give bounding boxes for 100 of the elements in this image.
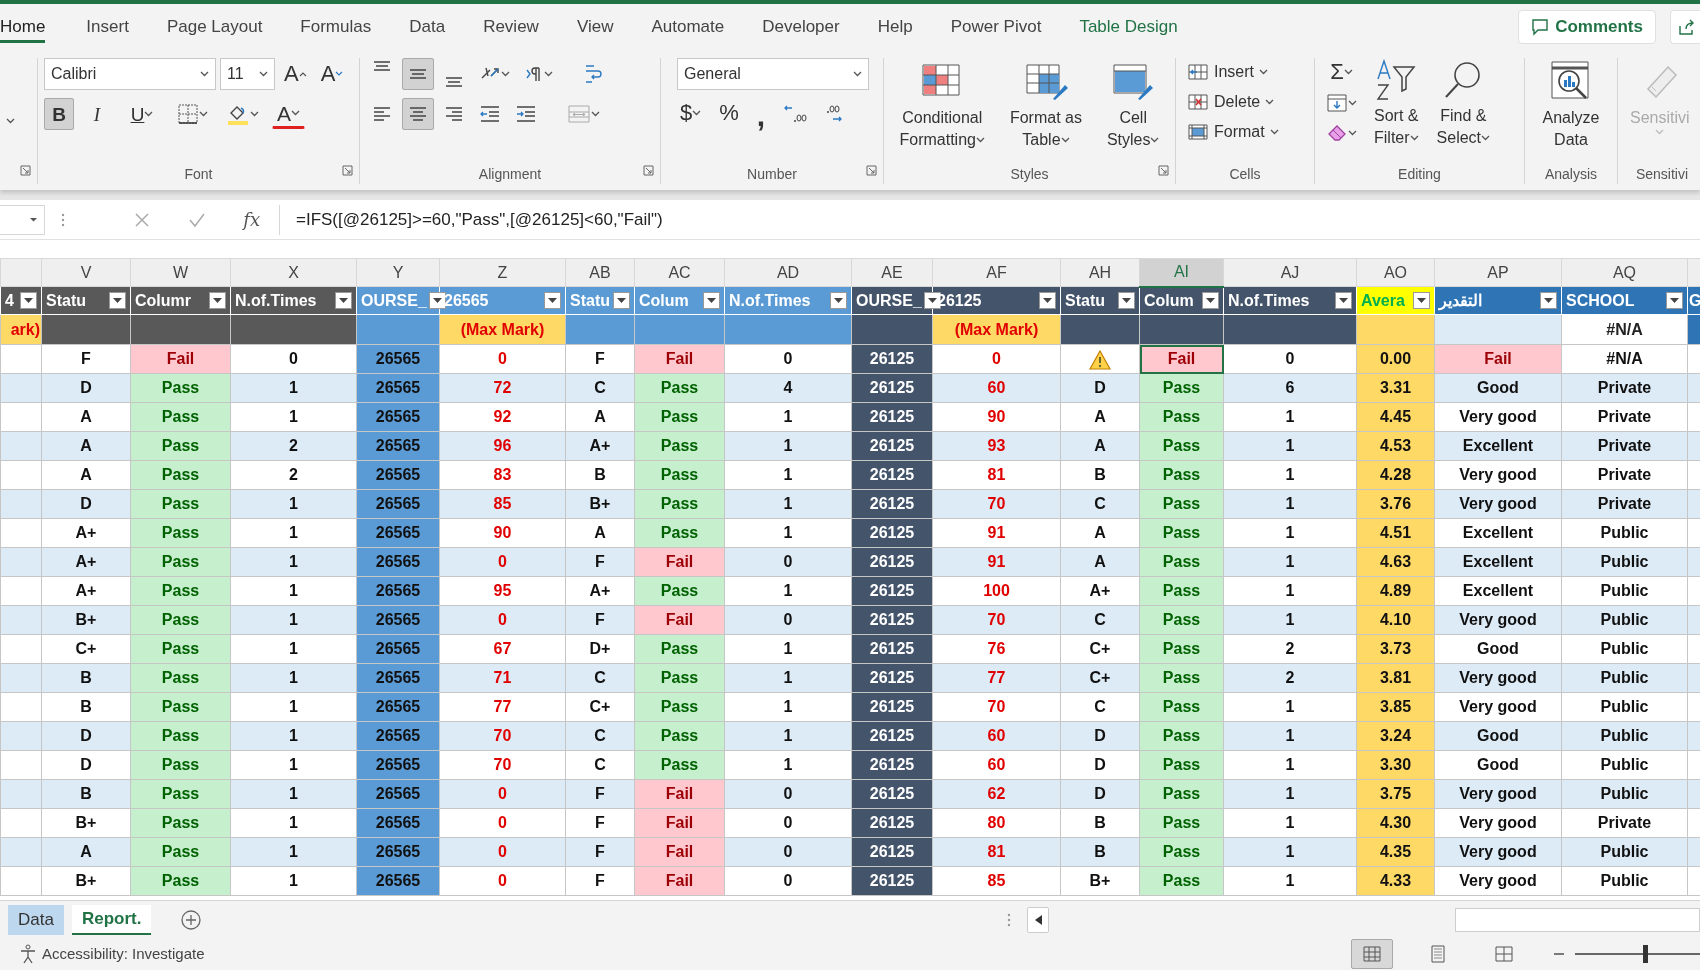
column-letter[interactable]: AC [634, 258, 725, 287]
formula-field[interactable]: =IFS([@26125]>=60,"Pass",[@26125]<60,"Fail") [280, 206, 1700, 233]
filter-button[interactable] [335, 292, 352, 309]
increase-font-button[interactable]: A [279, 60, 312, 88]
filter-button[interactable] [1039, 292, 1056, 309]
column-letter[interactable]: AH [1060, 258, 1140, 287]
table-styles-button[interactable]: Format as Table [1003, 58, 1088, 164]
dialog-launcher-icon[interactable] [643, 165, 654, 176]
percent-button[interactable]: % [714, 99, 744, 127]
accessibility-status[interactable]: Accessibility: Investigate [42, 942, 205, 966]
autosum-button[interactable]: Σ [1321, 58, 1362, 86]
table-cell: 1 [724, 750, 852, 780]
column-letter[interactable]: AB [565, 258, 635, 287]
scrollbar-thumb[interactable] [1455, 907, 1700, 932]
table-cell: Public [1561, 866, 1688, 896]
dialog-launcher-icon[interactable] [20, 165, 31, 176]
table-cell: Pass [1139, 373, 1224, 403]
ribbon-tab[interactable]: View [557, 4, 633, 48]
align-button[interactable] [402, 98, 434, 130]
filter-button[interactable] [613, 292, 630, 309]
filter-button[interactable] [109, 292, 126, 309]
scroll-left-button[interactable] [1027, 906, 1050, 933]
decrease-font-button[interactable]: A [315, 60, 349, 88]
column-letter[interactable]: AP [1434, 258, 1562, 287]
share-button[interactable] [1670, 10, 1700, 44]
dialog-launcher-icon[interactable] [342, 165, 353, 176]
filter-button[interactable] [1666, 292, 1683, 309]
sheet-tab[interactable]: Data [8, 904, 64, 935]
filter-button[interactable] [1202, 292, 1219, 310]
filter-button[interactable] [1540, 292, 1557, 309]
table-cell: A [565, 402, 635, 432]
ribbon-tab[interactable]: Insert [67, 4, 148, 48]
find-button[interactable]: Find & Select [1430, 58, 1497, 164]
slider-thumb[interactable] [1643, 945, 1648, 963]
column-letter[interactable]: AQ [1561, 258, 1688, 287]
table-cell: 1 [230, 402, 357, 432]
caret-icon [975, 137, 985, 144]
insert-cells-button[interactable]: Insert [1182, 58, 1308, 86]
column-letter[interactable]: Y [356, 258, 440, 287]
dialog-launcher-icon[interactable] [1158, 165, 1169, 176]
column-letter[interactable]: V [41, 258, 131, 287]
ribbon-tab[interactable]: Developer [743, 4, 859, 48]
table-cell: F [565, 344, 635, 374]
column-letter[interactable]: AE [851, 258, 933, 287]
bold-button[interactable]: B [44, 98, 74, 130]
column-letter[interactable]: AJ [1223, 258, 1357, 287]
table-cell: 26565 [356, 808, 440, 838]
filter-button[interactable] [428, 292, 446, 309]
table-cell: D [1060, 373, 1140, 403]
filter-button[interactable] [209, 292, 226, 309]
font-size-dropdown[interactable]: 11 [220, 58, 275, 90]
filter-button[interactable] [923, 292, 941, 309]
ribbon-tab[interactable]: Review [464, 4, 558, 48]
filter-button[interactable] [1118, 292, 1135, 309]
filter-button[interactable] [1335, 292, 1352, 309]
comments-button[interactable]: Comments [1518, 10, 1656, 44]
middle-align-icon [410, 69, 426, 79]
column-letter[interactable]: AO [1356, 258, 1435, 287]
column-letter[interactable]: W [130, 258, 231, 287]
align-button[interactable] [402, 58, 434, 90]
column-letter[interactable]: X [230, 258, 357, 287]
filter-button[interactable] [1413, 292, 1430, 309]
italic-button[interactable]: I [82, 98, 112, 130]
number-format-dropdown[interactable]: General [677, 58, 869, 90]
normal-view-button[interactable] [1351, 939, 1393, 969]
filter-button[interactable] [830, 292, 847, 309]
filter-button[interactable] [20, 292, 37, 309]
ribbon-tab[interactable]: Data [390, 4, 465, 48]
ribbon-tab[interactable]: Home [0, 4, 68, 48]
currency-button[interactable]: $ [675, 99, 707, 127]
column-letter[interactable]: AI [1139, 258, 1224, 287]
format-cells-button[interactable]: Format [1182, 118, 1308, 146]
analyze-data-button[interactable]: Analyze Data [1536, 58, 1606, 164]
ribbon-tab[interactable]: Power Pivot [931, 4, 1061, 48]
sort-button[interactable]: Sort & Filter [1368, 58, 1425, 164]
column-letter[interactable]: AF [932, 258, 1061, 287]
indent-icon [479, 104, 501, 124]
table-cell: Public [1561, 634, 1688, 664]
ribbon-tab[interactable]: Formulas [281, 4, 391, 48]
sheet-tab[interactable]: Report. [71, 904, 152, 935]
cell-styles-button[interactable]: Cell Styles [1100, 58, 1166, 164]
filter-button[interactable] [703, 292, 720, 309]
ribbon-tab[interactable]: Automate [632, 4, 744, 48]
column-letter[interactable]: Z [439, 258, 566, 287]
conditional-styles-button[interactable]: Conditional Formatting [893, 58, 991, 164]
ribbon-tab[interactable]: Help [858, 4, 932, 48]
underline-button[interactable]: U [120, 98, 164, 130]
caret-icon [1348, 130, 1357, 136]
filter-button[interactable] [544, 292, 561, 309]
font-color-button[interactable]: A [272, 99, 305, 129]
insert-function-button[interactable]: fx [238, 207, 266, 232]
font-name-dropdown[interactable]: Calibri [44, 58, 216, 90]
ribbon-tab[interactable]: Page Layout [147, 4, 282, 48]
column-letter[interactable]: AD [724, 258, 852, 287]
dialog-launcher-icon[interactable] [866, 165, 877, 176]
warning-icon[interactable] [1089, 349, 1111, 370]
ribbon-tab[interactable]: Table Design [1060, 4, 1197, 48]
delete-cells-button[interactable]: Delete [1182, 88, 1308, 116]
table-cell: 77 [932, 663, 1061, 693]
table-cell: 62 [932, 779, 1061, 809]
